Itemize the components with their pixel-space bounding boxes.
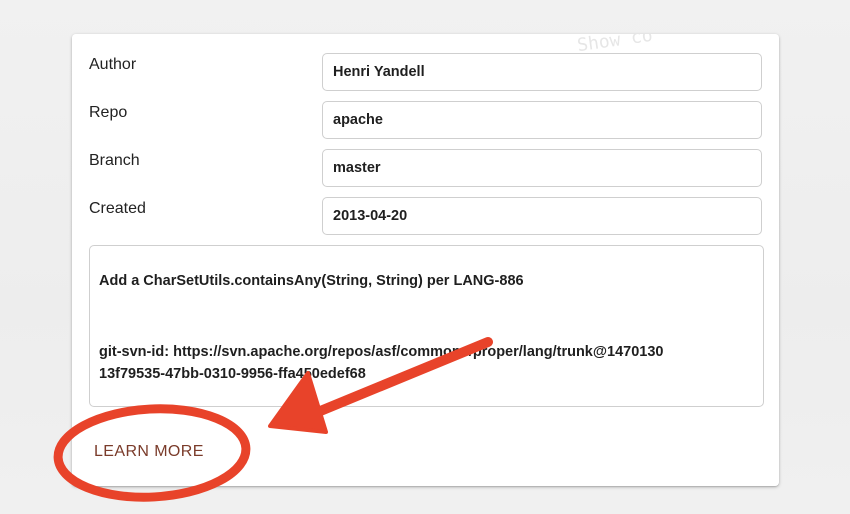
commit-card: Show co Author Repo Branch Created Add a… [72,34,779,486]
author-label: Author [89,56,137,73]
commit-message-line: 13f79535-47bb-0310-9956-ffa450edef68 [99,366,366,382]
created-field[interactable] [322,197,762,235]
commit-message-line: git-svn-id: https://svn.apache.org/repos… [99,344,664,360]
branch-label: Branch [89,152,140,169]
branch-field[interactable] [322,149,762,187]
commit-message-field[interactable]: Add a CharSetUtils.containsAny(String, S… [89,245,764,407]
repo-label: Repo [89,104,128,121]
repo-field[interactable] [322,101,762,139]
created-label: Created [89,200,146,217]
author-field[interactable] [322,53,762,91]
branch-row: Branch [72,149,779,189]
repo-row: Repo [72,101,779,141]
author-row: Author [72,53,779,93]
commit-message-line: Add a CharSetUtils.containsAny(String, S… [99,273,524,289]
created-row: Created [72,197,779,237]
learn-more-button[interactable]: LEARN MORE [90,439,208,465]
